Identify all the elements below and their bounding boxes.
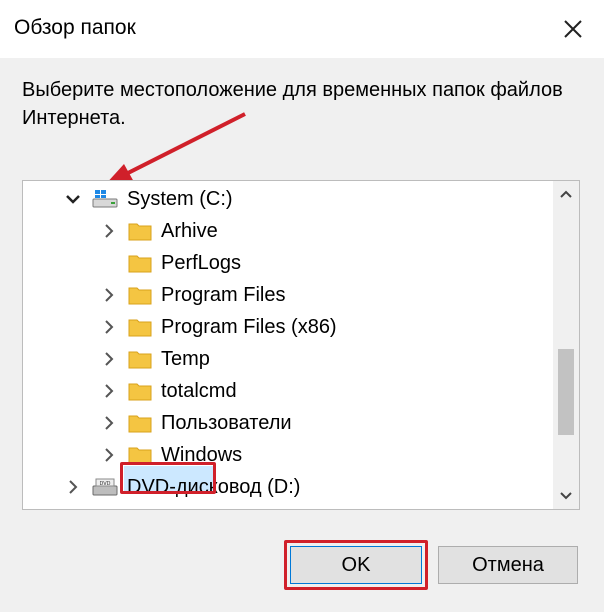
tree-item-program-files[interactable]: Program Files xyxy=(23,279,553,311)
tree-item-label: Windows xyxy=(161,444,243,466)
cancel-button[interactable]: Отмена xyxy=(438,546,578,584)
tree-item-arhive[interactable]: Arhive xyxy=(23,215,553,247)
scrollbar-thumb[interactable] xyxy=(558,349,574,435)
chevron-right-icon[interactable] xyxy=(99,285,119,305)
tree-item-label: DVD-дисковод (D:) xyxy=(127,476,301,498)
tree-item-users[interactable]: Пользователи xyxy=(23,407,553,439)
chevron-right-icon[interactable] xyxy=(99,445,119,465)
chevron-right-icon[interactable] xyxy=(99,221,119,241)
tree-item-label: Пользователи xyxy=(161,412,292,434)
tree-item-totalcmd[interactable]: totalcmd xyxy=(23,375,553,407)
tree-item-perflogs[interactable]: PerfLogs xyxy=(23,247,553,279)
folder-icon xyxy=(127,220,153,242)
folder-icon xyxy=(127,252,153,274)
tree-item-temp[interactable]: Temp xyxy=(23,343,553,375)
tree-item-label: Temp xyxy=(161,348,210,370)
dvd-drive-icon: DVD xyxy=(91,476,118,498)
window-title: Обзор папок xyxy=(14,16,136,39)
tree-item-label: totalcmd xyxy=(161,380,237,402)
folder-icon xyxy=(127,348,153,370)
tree-item-label: System (C:) xyxy=(127,188,233,210)
folder-icon xyxy=(127,444,153,466)
folder-icon xyxy=(127,380,153,402)
tree-item-windows[interactable]: Windows xyxy=(23,439,553,471)
folder-icon xyxy=(127,412,153,434)
tree-item-program-files-x86[interactable]: Program Files (x86) xyxy=(23,311,553,343)
windows-drive-icon xyxy=(91,188,118,210)
folder-icon xyxy=(127,284,153,306)
tree-item-system-c[interactable]: System (C:) xyxy=(23,183,553,215)
tree-item-label: PerfLogs xyxy=(161,252,242,274)
chevron-right-icon[interactable] xyxy=(99,317,119,337)
scroll-down-icon[interactable] xyxy=(553,483,579,509)
tree-item-dvd-d[interactable]: DVD DVD-дисковод (D:) xyxy=(23,471,553,503)
close-icon[interactable] xyxy=(558,14,588,44)
tree-item-label: Program Files xyxy=(161,284,286,306)
ok-button[interactable]: OK xyxy=(290,546,422,584)
scroll-up-icon[interactable] xyxy=(553,181,579,207)
tree-item-label: Program Files (x86) xyxy=(161,316,337,338)
title-bar: Обзор папок xyxy=(0,0,604,58)
chevron-right-icon[interactable] xyxy=(99,381,119,401)
dialog-body: Выберите местоположение для временных па… xyxy=(0,58,604,612)
svg-text:DVD: DVD xyxy=(99,481,110,487)
folder-icon xyxy=(127,316,153,338)
folder-tree[interactable]: System (C:) Arhive PerfLogs Program File… xyxy=(22,180,580,510)
chevron-right-icon[interactable] xyxy=(99,413,119,433)
vertical-scrollbar[interactable] xyxy=(553,181,579,509)
chevron-right-icon[interactable] xyxy=(99,349,119,369)
chevron-down-icon[interactable] xyxy=(63,189,83,209)
chevron-right-icon[interactable] xyxy=(63,477,83,497)
tree-item-label: Arhive xyxy=(161,220,218,242)
